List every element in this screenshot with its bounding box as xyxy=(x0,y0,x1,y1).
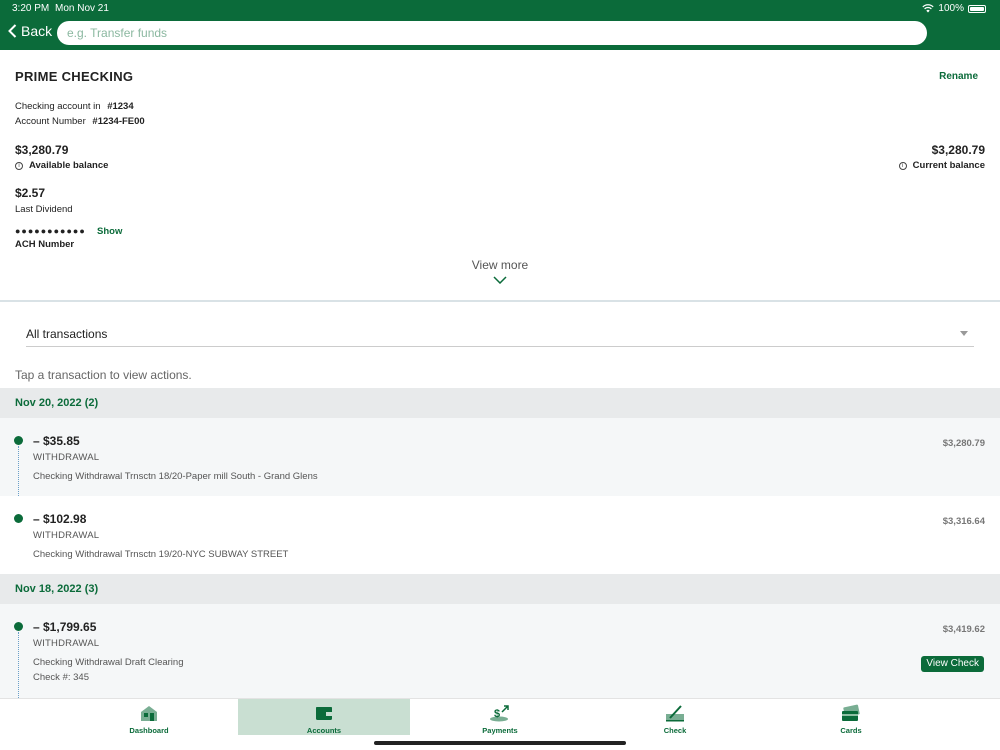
battery-percent: 100% xyxy=(938,3,964,14)
tab-label: Payments xyxy=(482,726,518,735)
checking-account-line: Checking account in #1234 xyxy=(15,101,134,112)
available-balance-value: $3,280.79 xyxy=(15,143,69,157)
rename-button[interactable]: Rename xyxy=(939,71,978,82)
transaction-row[interactable]: – $1,799.65 WITHDRAWAL Checking Withdraw… xyxy=(0,604,1000,698)
date-group-header: Nov 20, 2022 (2) xyxy=(0,388,1000,418)
transaction-amount: – $35.85 xyxy=(33,434,80,448)
back-button[interactable]: Back xyxy=(8,23,52,39)
transaction-amount: – $102.98 xyxy=(33,512,87,526)
transaction-description: Checking Withdrawal Trnsctn 18/20-Paper … xyxy=(33,471,318,482)
status-right: 100% xyxy=(922,3,986,14)
home-indicator xyxy=(374,741,626,745)
timeline-line xyxy=(18,446,19,496)
current-balance-value: $3,280.79 xyxy=(931,143,985,157)
top-bar: 3:20 PM Mon Nov 21 100% Back xyxy=(0,0,1000,50)
date-group-header: Nov 18, 2022 (3) xyxy=(0,574,1000,604)
transaction-type: WITHDRAWAL xyxy=(33,452,100,463)
ach-masked: ●●●●●●●●●●● xyxy=(15,226,86,236)
tab-check[interactable]: Check xyxy=(589,699,761,735)
account-summary: PRIME CHECKING Rename Checking account i… xyxy=(0,50,1000,300)
current-balance-label[interactable]: i Current balance xyxy=(898,160,985,171)
tab-label: Check xyxy=(663,726,687,735)
dividend-label: Last Dividend xyxy=(15,204,73,215)
transaction-description: Checking Withdrawal Draft Clearing xyxy=(33,657,184,668)
running-balance: $3,280.79 xyxy=(942,438,985,449)
account-title: PRIME CHECKING xyxy=(15,69,134,84)
cards-icon xyxy=(842,704,860,721)
transaction-description: Checking Withdrawal Trnsctn 19/20-NYC SU… xyxy=(33,549,289,560)
available-balance-label[interactable]: i Available balance xyxy=(15,160,108,171)
check-deposit-icon xyxy=(666,705,684,722)
account-number-value: #1234-FE00 xyxy=(92,116,145,127)
transaction-type: WITHDRAWAL xyxy=(33,530,100,541)
tab-label: Dashboard xyxy=(129,726,169,735)
account-number-label: Account Number xyxy=(15,116,86,127)
date-group-label: Nov 18, 2022 (3) xyxy=(15,583,99,595)
view-more-button[interactable]: View more xyxy=(0,258,1000,272)
wifi-icon xyxy=(922,4,935,13)
tab-dashboard[interactable]: Dashboard xyxy=(63,699,235,735)
account-number-line: Account Number #1234-FE00 xyxy=(15,116,145,127)
transaction-row[interactable]: – $35.85 WITHDRAWAL Checking Withdrawal … xyxy=(0,418,1000,496)
timeline-dot xyxy=(14,622,23,631)
tab-label: Accounts xyxy=(306,726,342,735)
timeline-dot xyxy=(14,436,23,445)
dividend-value: $2.57 xyxy=(15,186,46,200)
running-balance: $3,316.64 xyxy=(942,516,985,527)
current-balance-text: Current balance xyxy=(912,160,985,171)
wallet-icon xyxy=(316,707,332,720)
tab-payments[interactable]: $ Payments xyxy=(414,699,586,735)
checking-account-label: Checking account in xyxy=(15,101,101,112)
ach-show-button[interactable]: Show xyxy=(97,226,122,237)
payments-icon: $ xyxy=(490,705,509,722)
tab-label: Cards xyxy=(840,726,862,735)
tab-accounts[interactable]: Accounts xyxy=(238,699,410,735)
chevron-down-icon[interactable] xyxy=(493,276,507,284)
info-icon: i xyxy=(15,161,23,170)
info-icon: i xyxy=(898,161,907,170)
hint-text: Tap a transaction to view actions. xyxy=(15,368,192,382)
caret-down-icon xyxy=(960,331,968,336)
section-divider xyxy=(0,300,1000,302)
check-number: Check #: 345 xyxy=(33,672,89,683)
chevron-left-icon xyxy=(8,24,17,38)
svg-text:$: $ xyxy=(494,708,500,720)
search-input[interactable] xyxy=(57,21,927,45)
back-label: Back xyxy=(21,23,53,39)
home-icon xyxy=(141,706,157,721)
status-date: Mon Nov 21 xyxy=(55,3,109,14)
status-time: 3:20 PM xyxy=(12,3,50,14)
timeline-dot xyxy=(14,514,23,523)
transaction-filter-select[interactable]: All transactions xyxy=(26,320,974,347)
filter-selected: All transactions xyxy=(26,327,108,341)
transaction-amount: – $1,799.65 xyxy=(33,620,97,634)
transaction-type: WITHDRAWAL xyxy=(33,638,100,649)
status-bar: 3:20 PM Mon Nov 21 100% xyxy=(0,0,1000,18)
ach-label: ACH Number xyxy=(15,239,75,250)
tab-cards[interactable]: Cards xyxy=(765,699,937,735)
checking-account-value: #1234 xyxy=(107,101,134,112)
running-balance: $3,419.62 xyxy=(942,624,985,635)
view-check-button[interactable]: View Check xyxy=(921,656,984,672)
transaction-row[interactable]: – $102.98 WITHDRAWAL Checking Withdrawal… xyxy=(0,496,1000,574)
available-balance-text: Available balance xyxy=(29,160,109,171)
date-group-label: Nov 20, 2022 (2) xyxy=(15,397,99,409)
timeline-line xyxy=(18,632,19,698)
battery-icon xyxy=(968,4,986,13)
